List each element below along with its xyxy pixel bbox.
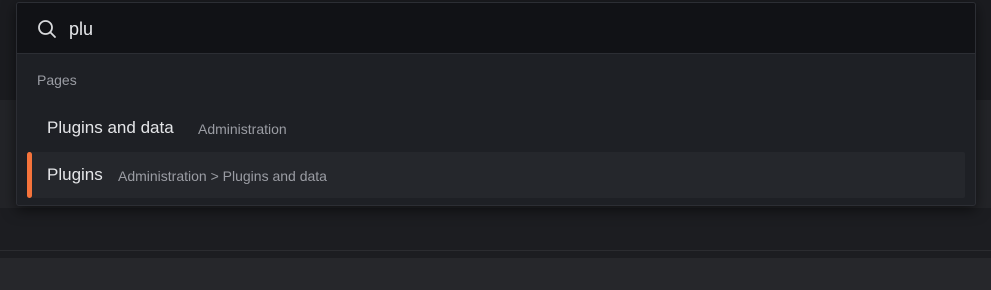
result-title: Plugins <box>47 165 103 184</box>
result-path: Administration > Plugins and data <box>118 168 327 184</box>
search-input[interactable] <box>69 15 949 43</box>
result-item-plugins-and-data[interactable]: Plugins and data Administration <box>27 105 965 151</box>
search-bar <box>17 3 975 54</box>
result-title: Plugins and data <box>47 118 174 137</box>
background-divider <box>0 250 991 251</box>
command-palette: Pages Plugins and data Administration Pl… <box>16 2 976 206</box>
selected-indicator <box>27 152 32 198</box>
section-heading-pages: Pages <box>37 72 77 88</box>
result-item-plugins[interactable]: Plugins Administration > Plugins and dat… <box>27 152 965 198</box>
search-icon <box>36 18 58 40</box>
background-footer-band <box>0 258 991 290</box>
result-path: Administration <box>198 121 287 137</box>
